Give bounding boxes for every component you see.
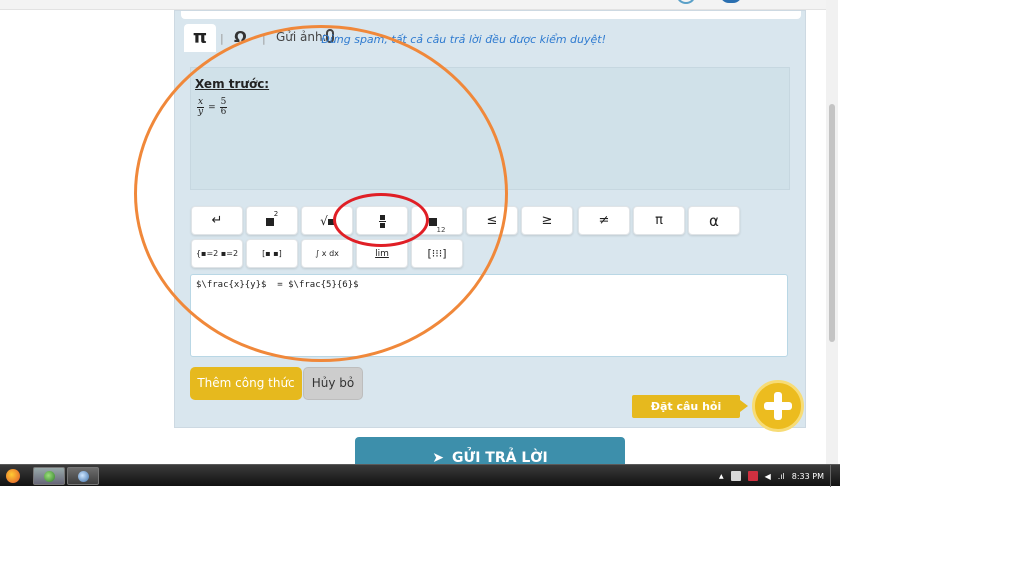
moderation-notice: Đừng spam, tất cả câu trả lời đều được k… bbox=[321, 33, 606, 46]
signal-icon[interactable]: .ıl bbox=[778, 472, 785, 481]
top-user-icon bbox=[720, 0, 742, 3]
tray-expand-icon[interactable]: ▲ bbox=[719, 473, 724, 480]
tab-separator: | bbox=[262, 32, 266, 45]
panel-top-strip bbox=[181, 11, 801, 19]
grid-icon: [⁝⁝⁝] bbox=[427, 247, 447, 260]
power-button[interactable]: 2 bbox=[246, 206, 298, 235]
clock[interactable]: 8:33 PM bbox=[792, 472, 824, 481]
geq-button[interactable]: ≥ bbox=[521, 206, 573, 235]
equals-sign: = bbox=[208, 102, 216, 113]
ask-label-arrow bbox=[740, 400, 748, 412]
send-reply-label: GỬI TRẢ LỜI bbox=[452, 450, 548, 464]
scrollbar-thumb[interactable] bbox=[829, 104, 835, 342]
limit-icon: lim bbox=[375, 249, 389, 259]
grid-matrix-button[interactable]: [⁝⁝⁝] bbox=[411, 239, 463, 268]
pi-icon: π bbox=[655, 213, 663, 228]
firefox-icon[interactable] bbox=[6, 469, 20, 483]
volume-icon[interactable]: ◀ bbox=[765, 472, 771, 481]
equation-system-icon: {▪=2 ▪=2 bbox=[195, 249, 239, 258]
fraction-5-over-6: 5 6 bbox=[219, 98, 228, 117]
box-placeholder-icon bbox=[327, 218, 334, 225]
tab-special-symbols[interactable]: Ω bbox=[234, 28, 247, 46]
equation-system-button[interactable]: {▪=2 ▪=2 bbox=[191, 239, 243, 268]
root-icon: √ bbox=[320, 214, 328, 228]
page-top-bar bbox=[0, 0, 826, 10]
add-formula-button[interactable]: Thêm công thức bbox=[190, 367, 302, 400]
ask-question-plus-button[interactable] bbox=[752, 380, 804, 432]
os-taskbar: ▲ ◀ .ıl 8:33 PM bbox=[0, 464, 840, 487]
neq-button[interactable]: ≠ bbox=[578, 206, 630, 235]
integral-button[interactable]: ∫ x dx bbox=[301, 239, 353, 268]
send-icon: ➤ bbox=[432, 450, 445, 464]
formula-preview: Xem trước: x y = 5 6 bbox=[190, 67, 790, 190]
subscript-button[interactable]: 12 bbox=[411, 206, 463, 235]
box-placeholder-icon bbox=[428, 217, 437, 226]
tab-separator: | bbox=[220, 32, 224, 45]
neq-icon: ≠ bbox=[598, 213, 610, 228]
preview-formula: x y = 5 6 bbox=[197, 98, 228, 117]
browser-viewport: π | Ω | Gửi ảnh: Đừng spam, tất cả câu t… bbox=[0, 0, 838, 464]
alpha-button[interactable]: α bbox=[688, 206, 740, 235]
cancel-button[interactable]: Hủy bỏ bbox=[303, 367, 363, 400]
latex-input[interactable] bbox=[190, 274, 788, 357]
paint-icon bbox=[78, 471, 89, 482]
top-logo-icon bbox=[676, 0, 696, 4]
leq-icon: ≤ bbox=[486, 213, 498, 228]
fraction-denominator: 6 bbox=[220, 107, 227, 117]
taskbar-app-button[interactable] bbox=[33, 467, 65, 485]
antivirus-icon[interactable] bbox=[747, 471, 758, 481]
root-button[interactable]: √ bbox=[301, 206, 353, 235]
show-desktop-button[interactable] bbox=[830, 465, 840, 487]
page-scrollbar[interactable] bbox=[826, 0, 838, 464]
power-exponent: 2 bbox=[273, 210, 279, 218]
alpha-icon: α bbox=[709, 212, 719, 230]
screen: π | Ω | Gửi ảnh: Đừng spam, tất cả câu t… bbox=[0, 0, 1024, 576]
taskbar-app-button[interactable] bbox=[67, 467, 99, 485]
ask-question-label[interactable]: Đặt câu hỏi bbox=[632, 395, 740, 418]
enter-icon: ↵ bbox=[211, 213, 223, 228]
tab-math-formula[interactable]: π bbox=[184, 24, 216, 52]
limit-button[interactable]: lim bbox=[356, 239, 408, 268]
fraction-button[interactable] bbox=[356, 206, 408, 235]
send-image-label[interactable]: Gửi ảnh: bbox=[276, 30, 327, 44]
subscript-index: 12 bbox=[436, 226, 446, 234]
plus-icon bbox=[774, 392, 782, 420]
box-placeholder-icon bbox=[265, 217, 274, 226]
matrix-button[interactable]: [▪ ▪] bbox=[246, 239, 298, 268]
pi-button[interactable]: π bbox=[633, 206, 685, 235]
system-tray: ▲ ◀ .ıl 8:33 PM bbox=[719, 465, 840, 487]
newline-button[interactable]: ↵ bbox=[191, 206, 243, 235]
fraction-icon bbox=[378, 215, 386, 228]
matrix-icon: [▪ ▪] bbox=[262, 249, 282, 258]
geq-icon: ≥ bbox=[541, 213, 553, 228]
integral-icon: ∫ x dx bbox=[315, 249, 339, 258]
chrome-icon bbox=[44, 471, 55, 482]
fraction-x-over-y: x y bbox=[197, 98, 205, 117]
network-icon[interactable] bbox=[730, 471, 741, 481]
preview-title: Xem trước: bbox=[195, 77, 270, 91]
send-reply-button[interactable]: ➤ GỬI TRẢ LỜI bbox=[355, 437, 625, 464]
leq-button[interactable]: ≤ bbox=[466, 206, 518, 235]
fraction-denominator: y bbox=[198, 107, 204, 117]
